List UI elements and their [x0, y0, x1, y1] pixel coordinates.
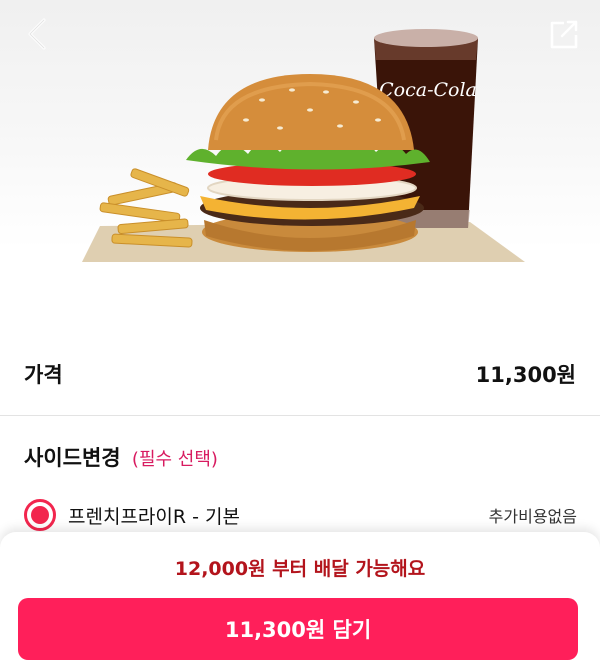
- radio-selected-icon[interactable]: [24, 499, 56, 531]
- side-option-extra-cost: 추가비용없음: [488, 507, 577, 526]
- radio-dot: [31, 506, 49, 524]
- price-row: 가격 11,300원: [0, 332, 600, 416]
- back-button[interactable]: [18, 14, 58, 54]
- side-option-row[interactable]: 프렌치프라이R - 기본 추가비용없음: [24, 498, 577, 532]
- side-option-label: 프렌치프라이R - 기본: [68, 505, 240, 528]
- required-badge: (필수 선택): [131, 449, 218, 470]
- side-change-title: 사이드변경: [24, 446, 121, 470]
- coca-cola-logo: Coca-Cola: [379, 79, 477, 101]
- bottom-order-sheet: 12,000원 부터 배달 가능해요 11,300원 담기: [0, 532, 600, 670]
- side-change-section-title: 사이드변경 (필수 선택): [24, 442, 218, 472]
- min-order-notice: 12,000원 부터 배달 가능해요: [174, 558, 426, 580]
- burger-set-image: Coca-Cola: [82, 29, 525, 262]
- chevron-left-icon: [28, 18, 46, 50]
- svg-text:Coca-Cola: Coca-Cola: [379, 79, 477, 101]
- price-label: 가격: [24, 362, 63, 387]
- add-to-cart-button[interactable]: 11,300원 담기: [18, 598, 578, 660]
- price-value: 11,300원: [475, 362, 576, 387]
- hero-image-area: Coca-Cola: [0, 0, 600, 332]
- share-icon: [550, 20, 578, 49]
- share-button[interactable]: [544, 14, 584, 54]
- side-option-left: 프렌치프라이R - 기본: [24, 499, 240, 531]
